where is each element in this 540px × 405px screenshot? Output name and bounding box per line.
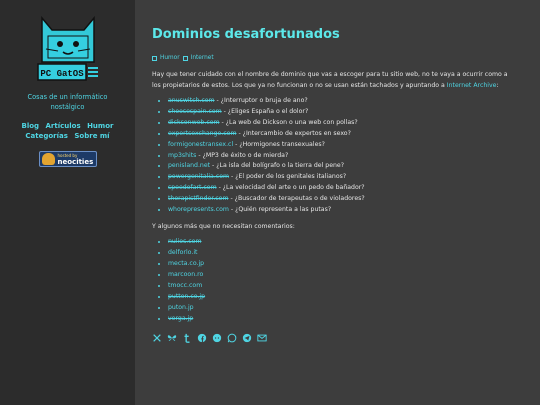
domain-link[interactable]: putton.co.jp [168,293,205,300]
tag-icon [152,55,157,61]
domain-link[interactable]: expertsexchange.com [168,130,237,137]
list-item: therapistfinder.com - ¿Buscador de terap… [168,194,540,205]
nav-humor[interactable]: Humor [87,122,113,130]
domain-comment: - ¿Eliges España o el dolor? [221,107,309,115]
more-domain-list: nulios.com delforlo.it mecta.co.jp marcoon.… [152,237,540,324]
logo-text: PC GatOS [40,69,84,79]
main-content: Dominios desafortunados Humor Internet H… [135,0,540,405]
domain-link[interactable]: therapistfinder.com [168,195,229,202]
domain-comment: - ¿La web de Dickson o una web con polla… [219,118,358,126]
post-intro: Hay que tener cuidado con el nombre de d… [152,70,512,91]
list-item: powergenitalia.com - ¿El poder de los ge… [168,172,540,183]
list-item: whorepresents.com - ¿Quién representa a … [168,205,540,216]
domain-comment: - ¿Hormigones transexuales? [233,140,325,148]
domain-link[interactable]: nulios.com [168,238,201,245]
site-tagline: Cosas de un informático nostálgico [27,93,108,111]
tag-icon [182,55,188,61]
nav-articulos[interactable]: Artículos [46,122,81,130]
intro-end: : [496,81,499,89]
facebook-icon[interactable] [197,333,207,343]
whatsapp-icon[interactable] [227,333,237,343]
list-item: speedofart.com - ¿La velocidad del arte … [168,183,540,194]
domain-link[interactable]: choosespain.com [168,108,222,115]
domain-link[interactable]: marcoon.ro [168,271,203,278]
domain-link[interactable]: verga.jp [168,315,193,322]
list-item: tmocc.com [168,281,540,292]
domain-link[interactable]: anuswitch.com [168,97,215,104]
bluesky-icon[interactable] [167,333,177,343]
domain-link[interactable]: powergenitalia.com [168,173,229,180]
neocities-cat-icon [41,153,55,165]
list-item: putton.co.jp [168,292,540,303]
domain-link[interactable]: speedofart.com [168,184,217,191]
domain-list: anuswitch.com - ¿Interruptor o bruja de … [152,96,540,216]
tag-humor[interactable]: Humor [160,55,180,61]
list-item: dicksonweb.com - ¿La web de Dickson o un… [168,118,540,129]
pc-gatos-logo[interactable]: PC GatOS [36,16,100,82]
domain-comment: - ¿El poder de los genitales italianos? [229,173,347,181]
neocities-badge[interactable]: hosted by neocities [38,151,97,167]
tumblr-icon[interactable] [182,333,192,343]
domain-link[interactable]: mecta.co.jp [168,260,204,267]
list-item: anuswitch.com - ¿Interruptor o bruja de … [168,96,540,107]
x-icon[interactable] [152,333,162,343]
domain-link[interactable]: formigonestransex.cl [168,141,233,148]
list-item: formigonestransex.cl - ¿Hormigones trans… [168,140,540,151]
internet-archive-link[interactable]: Internet Archive [447,82,497,89]
tag-internet[interactable]: Internet [191,55,214,61]
domain-comment: - ¿Buscador de terapeutas o de violadore… [228,195,365,203]
domain-comment: - ¿La velocidad del arte o un pedo de ba… [216,184,365,192]
domain-link[interactable]: delforlo.it [168,249,197,256]
list-item: mecta.co.jp [168,259,540,270]
list-item: expertsexchange.com - ¿Intercambio de ex… [168,129,540,140]
badge-big-text: neocities [57,158,94,166]
list-item: marcoon.ro [168,270,540,281]
list-item: penisland.net - ¿La isla del bolígrafo o… [168,161,540,172]
list-item: delforlo.it [168,248,540,259]
domain-comment: - ¿Quién representa a las putas? [228,206,332,214]
domain-link[interactable]: penisland.net [168,162,210,169]
domain-link[interactable]: dicksonweb.com [168,119,220,126]
email-icon[interactable] [257,333,267,343]
post-title: Dominios desafortunados [152,27,340,42]
domain-comment: - ¿Interruptor o bruja de ano? [214,97,308,104]
domain-link[interactable]: tmocc.com [168,282,202,289]
post-tags: Humor Internet [152,55,540,61]
domain-comment: - ¿Intercambio de expertos en sexo? [236,129,351,137]
domain-link[interactable]: whorepresents.com [168,206,229,213]
nav-blog[interactable]: Blog [22,122,40,130]
domain-link[interactable]: puton.jp [168,304,194,311]
list-item: verga.jp [168,314,540,325]
list-item: choosespain.com - ¿Eliges España o el do… [168,107,540,118]
domain-link[interactable]: mp3shits [168,152,196,159]
list-item: puton.jp [168,303,540,314]
sidebar: PC GatOS Cosas de un informático nostálg… [0,0,135,405]
list-item: nulios.com [168,237,540,248]
nav-sobre-mi[interactable]: Sobre mí [74,132,109,140]
telegram-icon[interactable] [242,333,252,343]
domain-comment: - ¿La isla del bolígrafo o la tierra del… [210,162,345,170]
reddit-icon[interactable] [212,333,222,343]
domain-comment: - ¿MP3 de éxito o de mierda? [196,151,289,159]
list-item: mp3shits - ¿MP3 de éxito o de mierda? [168,151,540,162]
share-buttons [152,333,540,343]
site-nav: Blog Artículos Humor Categorías Sobre mí [0,121,135,141]
more-text: Y algunos más que no necesitan comentari… [152,222,295,230]
nav-categorias[interactable]: Categorías [25,132,68,140]
